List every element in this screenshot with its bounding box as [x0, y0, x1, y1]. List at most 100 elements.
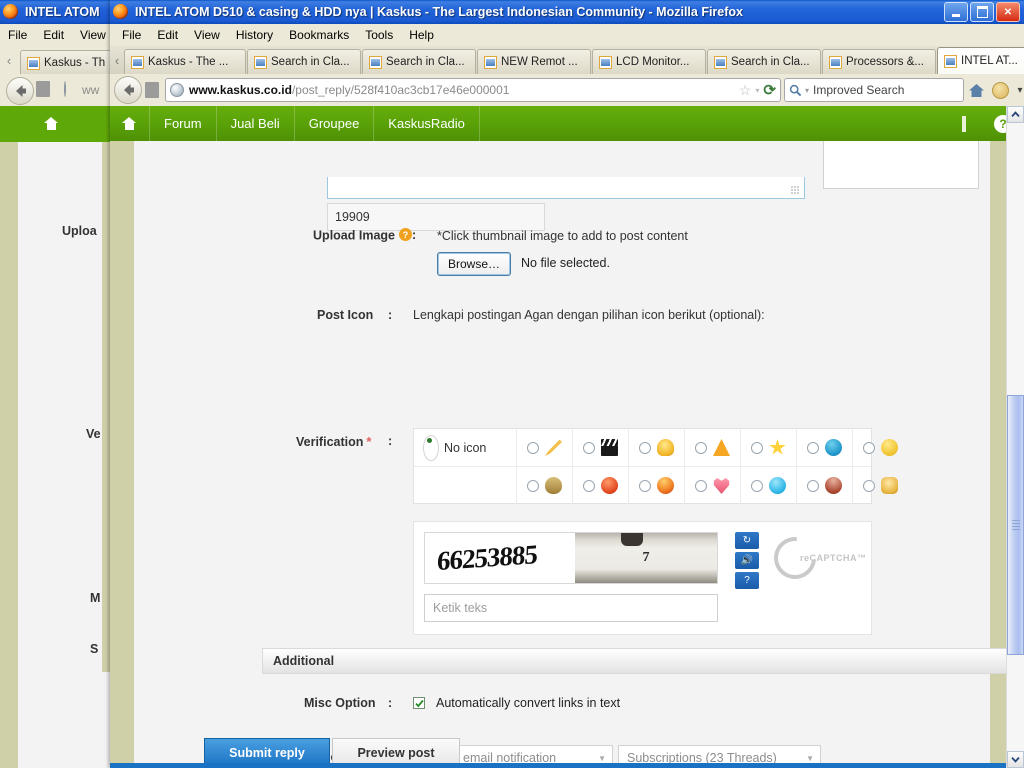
back-button[interactable]: [114, 76, 142, 104]
site-nav-jual-beli[interactable]: Jual Beli: [217, 106, 295, 141]
post-icon-cell[interactable]: [741, 467, 797, 504]
radio-shell[interactable]: [807, 479, 819, 492]
radio-pencil[interactable]: [527, 441, 539, 454]
tab-kaskus-1[interactable]: Kaskus - The ...: [124, 49, 246, 74]
radio-thumbs-up[interactable]: [863, 479, 875, 492]
post-icon-cell[interactable]: [517, 429, 573, 466]
post-icon-cell[interactable]: [797, 429, 853, 466]
smiley-icon: [991, 81, 1009, 99]
tab-search-3[interactable]: Search in Cla...: [707, 49, 821, 74]
menu-file[interactable]: File: [114, 26, 149, 44]
radio-lightbulb[interactable]: [639, 441, 651, 454]
radio-star[interactable]: [751, 441, 763, 454]
scrollbar-thumb[interactable]: [1007, 395, 1024, 655]
post-icon-cell[interactable]: [573, 467, 629, 504]
browse-button[interactable]: Browse…: [437, 252, 512, 276]
chevron-down-icon[interactable]: ▾: [755, 86, 759, 95]
close-button[interactable]: ✕: [996, 2, 1020, 22]
tab-search-2[interactable]: Search in Cla...: [362, 49, 476, 74]
background-menu-view: View: [80, 28, 106, 42]
radio-cool-face[interactable]: [807, 441, 819, 454]
search-input[interactable]: Improved Search: [813, 83, 904, 97]
address-bar[interactable]: www.kaskus.co.id/post_reply/528f410ac3cb…: [165, 78, 781, 102]
search-engine-chevron-icon[interactable]: ▾: [805, 86, 809, 95]
radio-surprised-face[interactable]: [863, 441, 875, 454]
upload-image-hint: *Click thumbnail image to add to post co…: [437, 229, 688, 243]
radio-heart[interactable]: [695, 479, 707, 492]
post-icon-cell[interactable]: [629, 429, 685, 466]
background-menu-edit: Edit: [43, 28, 65, 42]
site-nav-forum[interactable]: Forum: [150, 106, 217, 141]
firefox-logo-icon: [3, 4, 21, 20]
forward-button[interactable]: [142, 77, 162, 103]
message-textarea[interactable]: [327, 177, 805, 199]
radio-blue-face[interactable]: [751, 479, 763, 492]
site-nav-home[interactable]: [110, 106, 150, 141]
laughing-face-icon: [657, 477, 674, 494]
menu-tools[interactable]: Tools: [357, 26, 401, 44]
radio-laughing-face[interactable]: [639, 479, 651, 492]
search-bar[interactable]: ▾ Improved Search: [784, 78, 964, 102]
minimize-button[interactable]: [944, 2, 968, 22]
post-icon-cell[interactable]: [685, 467, 741, 504]
url-host: www.kaskus.co.id: [189, 83, 292, 97]
tab-new-remot[interactable]: NEW Remot ...: [477, 49, 591, 74]
scroll-down-button[interactable]: [1007, 751, 1024, 768]
scroll-up-button[interactable]: [1007, 106, 1024, 123]
reload-icon[interactable]: ⟳: [763, 81, 776, 99]
smiley-button[interactable]: [988, 81, 1012, 99]
check-icon: [414, 699, 424, 707]
thumbs-up-icon: [881, 477, 898, 494]
captcha-help-icon[interactable]: ?: [735, 572, 759, 589]
favicon-icon: [254, 55, 267, 69]
menu-edit[interactable]: Edit: [149, 26, 186, 44]
radio-warning[interactable]: [695, 441, 707, 454]
tab-lcd-monitor[interactable]: LCD Monitor...: [592, 49, 706, 74]
tab-search-1[interactable]: Search in Cla...: [247, 49, 361, 74]
captcha-audio-icon[interactable]: 🔊: [735, 552, 759, 569]
post-icon-cell[interactable]: [741, 429, 797, 466]
convert-links-checkbox[interactable]: [413, 697, 425, 709]
bookmark-star-icon[interactable]: ☆: [739, 82, 752, 99]
help-icon[interactable]: ?: [399, 228, 412, 241]
captcha-input[interactable]: Ketik teks: [424, 594, 718, 622]
menu-view[interactable]: View: [186, 26, 228, 44]
upload-image-colon: :: [412, 228, 417, 242]
background-forward-icon: [36, 81, 50, 97]
site-nav-kaskusradio[interactable]: KaskusRadio: [374, 106, 480, 141]
radio-clapperboard[interactable]: [583, 441, 595, 454]
post-icon-cell[interactable]: [573, 429, 629, 466]
recaptcha-logo-icon: [765, 528, 825, 588]
menu-bookmarks[interactable]: Bookmarks: [281, 26, 357, 44]
post-icon-no-icon[interactable]: No icon: [414, 429, 517, 466]
menu-help[interactable]: Help: [401, 26, 442, 44]
captcha-refresh-icon[interactable]: ↻: [735, 532, 759, 549]
background-tab-label: Kaskus - Th: [44, 57, 106, 69]
site-nav-groupee[interactable]: Groupee: [295, 106, 375, 141]
post-icon-cell[interactable]: [797, 467, 853, 504]
radio-no-icon[interactable]: [423, 434, 439, 461]
post-icon-cell[interactable]: [853, 429, 908, 466]
browser-window: INTEL ATOM D510 & casing & HDD nya | Kas…: [110, 0, 1024, 768]
captcha-placeholder: Ketik teks: [433, 601, 488, 615]
vertical-scrollbar[interactable]: [1006, 106, 1024, 768]
post-icon-cell[interactable]: [853, 467, 908, 504]
post-icon-row-1: No icon: [414, 429, 898, 467]
radio-angry-face[interactable]: [583, 479, 595, 492]
tab-intel-atom-active[interactable]: INTEL AT... ✕: [937, 47, 1024, 74]
toolbar-overflow-icon[interactable]: ▾: [1012, 85, 1024, 96]
post-icon-cell[interactable]: [629, 467, 685, 504]
resize-grip-icon[interactable]: [791, 186, 800, 195]
post-icon-cell[interactable]: [685, 429, 741, 466]
post-icon-hint: Lengkapi postingan Agan dengan pilihan i…: [413, 308, 765, 322]
verification-box: 66253885 7 ↻ 🔊 ? reCAPTCHA™ Ketik teks: [413, 521, 872, 635]
home-button[interactable]: [964, 83, 988, 98]
captcha-photo-number: 7: [642, 550, 650, 565]
post-icon-cell[interactable]: [517, 467, 573, 504]
tab-scroll-left-icon[interactable]: ‹: [110, 46, 124, 74]
background-label-verification: Ve: [86, 427, 101, 441]
maximize-button[interactable]: [970, 2, 994, 22]
tab-processors[interactable]: Processors &...: [822, 49, 936, 74]
radio-poop[interactable]: [527, 479, 539, 492]
menu-history[interactable]: History: [228, 26, 281, 44]
